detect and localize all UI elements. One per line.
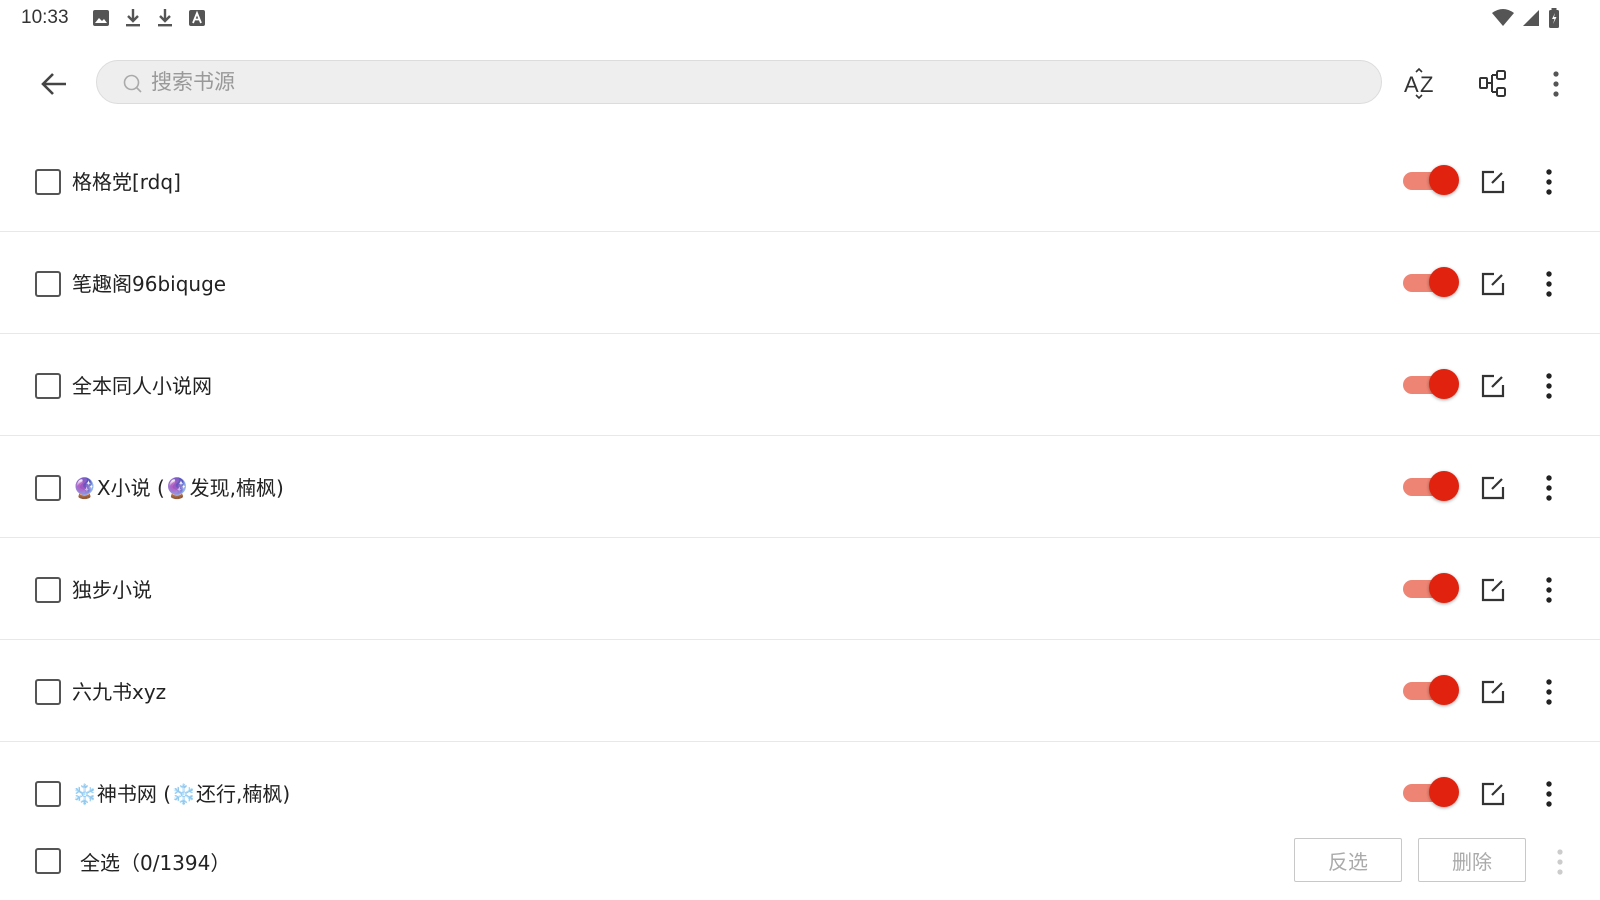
- edit-icon: [1481, 170, 1505, 194]
- row-checkbox[interactable]: [35, 169, 61, 195]
- source-name: 🔮X小说 (🔮发现,楠枫): [72, 476, 284, 500]
- row-more-button[interactable]: [1533, 676, 1565, 708]
- more-vert-icon: [1546, 781, 1552, 807]
- more-vert-icon: [1546, 373, 1552, 399]
- search-input[interactable]: [151, 61, 1351, 103]
- delete-button[interactable]: 删除: [1418, 838, 1526, 882]
- row-more-button[interactable]: [1533, 472, 1565, 504]
- download-icon: [156, 8, 174, 28]
- source-name: 全本同人小说网: [72, 374, 212, 398]
- enable-toggle[interactable]: [1403, 675, 1459, 705]
- source-name: ❄️神书网 (❄️还行,楠枫): [72, 782, 291, 806]
- edit-button[interactable]: [1477, 268, 1509, 300]
- row-more-button[interactable]: [1533, 370, 1565, 402]
- invert-selection-button[interactable]: 反选: [1294, 838, 1402, 882]
- edit-icon: [1481, 782, 1505, 806]
- status-icons-right: [1492, 8, 1560, 28]
- select-all-checkbox[interactable]: [35, 848, 61, 874]
- edit-icon: [1481, 272, 1505, 296]
- edit-button[interactable]: [1477, 778, 1509, 810]
- arrow-back-icon: [41, 73, 66, 95]
- image-icon: [92, 9, 110, 27]
- row-more-button[interactable]: [1533, 778, 1565, 810]
- list-item[interactable]: 笔趣阁96biquge: [0, 232, 1600, 334]
- list-item[interactable]: 独步小说: [0, 538, 1600, 640]
- wifi-icon: [1492, 9, 1514, 27]
- more-vert-icon: [1546, 679, 1552, 705]
- edit-button[interactable]: [1477, 676, 1509, 708]
- list-item[interactable]: 六九书xyz: [0, 640, 1600, 742]
- more-vert-icon: [1553, 71, 1559, 97]
- list-item[interactable]: 全本同人小说网: [0, 334, 1600, 436]
- bottom-more-button[interactable]: [1545, 842, 1575, 882]
- sort-az-icon: A Z: [1404, 67, 1433, 100]
- enable-toggle[interactable]: [1403, 369, 1459, 399]
- row-checkbox[interactable]: [35, 577, 61, 603]
- download-icon: [124, 8, 142, 28]
- selection-bar: 全选（0/1394） 反选 删除: [0, 832, 1600, 900]
- enable-toggle[interactable]: [1403, 165, 1459, 195]
- status-bar: 10:33: [0, 0, 1600, 36]
- more-vert-icon: [1546, 475, 1552, 501]
- edit-button[interactable]: [1477, 370, 1509, 402]
- enable-toggle[interactable]: [1403, 777, 1459, 807]
- top-app-bar: A Z: [0, 52, 1600, 116]
- row-checkbox[interactable]: [35, 679, 61, 705]
- more-vert-icon: [1546, 169, 1552, 195]
- row-checkbox[interactable]: [35, 373, 61, 399]
- row-checkbox[interactable]: [35, 781, 61, 807]
- search-icon: [123, 74, 143, 98]
- edit-icon: [1481, 578, 1505, 602]
- edit-button[interactable]: [1477, 574, 1509, 606]
- edit-button[interactable]: [1477, 166, 1509, 198]
- row-checkbox[interactable]: [35, 271, 61, 297]
- source-name: 格格党[rdq]: [72, 170, 181, 194]
- more-vert-icon: [1546, 577, 1552, 603]
- overflow-menu-button[interactable]: [1532, 60, 1580, 108]
- status-time: 10:33: [21, 7, 69, 28]
- row-more-button[interactable]: [1533, 166, 1565, 198]
- group-icon: [1479, 70, 1506, 97]
- source-list: 格格党[rdq] 笔趣阁96biquge 全本同人小说网 🔮X小说 (🔮发现,楠…: [0, 130, 1600, 844]
- search-box[interactable]: [96, 60, 1382, 104]
- more-vert-icon: [1557, 849, 1563, 875]
- battery-icon: [1548, 8, 1560, 28]
- source-name: 笔趣阁96biquge: [72, 272, 227, 296]
- font-icon: [188, 9, 206, 27]
- select-all-label[interactable]: 全选（0/1394）: [80, 847, 230, 876]
- signal-icon: [1522, 9, 1540, 27]
- enable-toggle[interactable]: [1403, 573, 1459, 603]
- enable-toggle[interactable]: [1403, 471, 1459, 501]
- edit-button[interactable]: [1477, 472, 1509, 504]
- source-name: 独步小说: [72, 578, 152, 602]
- sort-button[interactable]: A Z: [1397, 60, 1445, 108]
- row-more-button[interactable]: [1533, 574, 1565, 606]
- row-more-button[interactable]: [1533, 268, 1565, 300]
- svg-text:A: A: [1404, 72, 1419, 97]
- list-item[interactable]: 🔮X小说 (🔮发现,楠枫): [0, 436, 1600, 538]
- group-button[interactable]: [1469, 60, 1517, 108]
- edit-icon: [1481, 374, 1505, 398]
- more-vert-icon: [1546, 271, 1552, 297]
- list-item[interactable]: 格格党[rdq]: [0, 130, 1600, 232]
- edit-icon: [1481, 680, 1505, 704]
- edit-icon: [1481, 476, 1505, 500]
- row-checkbox[interactable]: [35, 475, 61, 501]
- status-icons-left: [92, 8, 206, 28]
- source-name: 六九书xyz: [72, 680, 167, 704]
- back-button[interactable]: [32, 62, 76, 106]
- enable-toggle[interactable]: [1403, 267, 1459, 297]
- list-item[interactable]: ❄️神书网 (❄️还行,楠枫): [0, 742, 1600, 844]
- svg-text:Z: Z: [1420, 72, 1433, 97]
